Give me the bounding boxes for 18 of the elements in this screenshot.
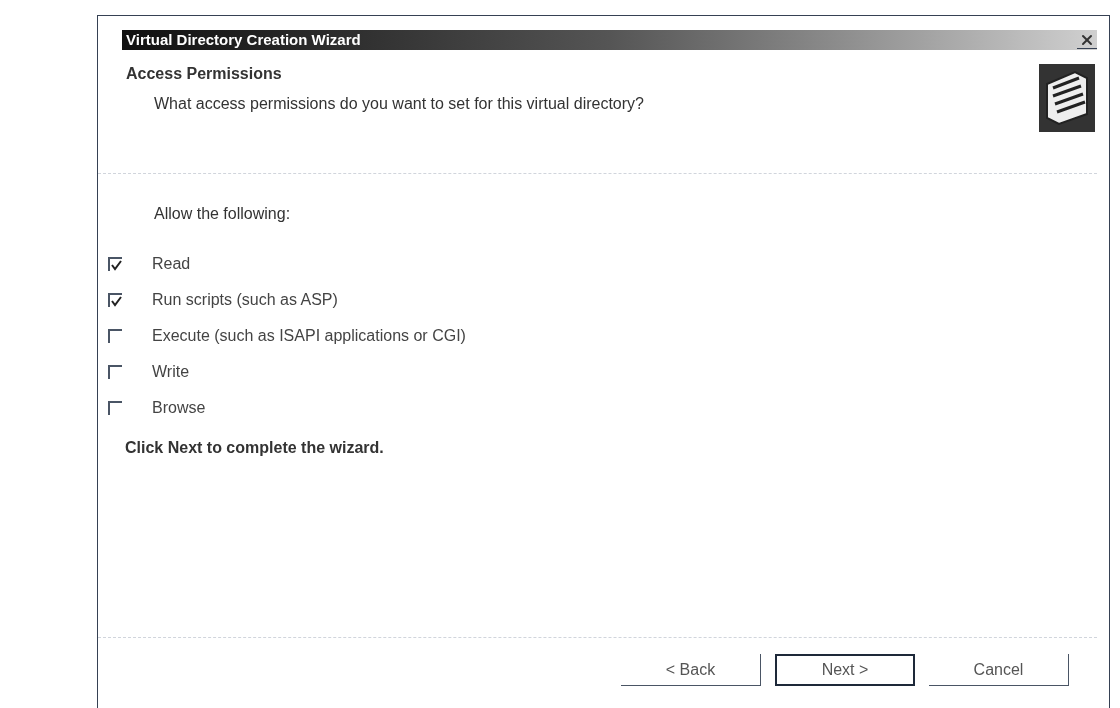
permission-checkbox[interactable] <box>108 257 122 271</box>
page-heading: Access Permissions <box>126 64 283 84</box>
wizard-button[interactable]: < Back <box>621 654 761 686</box>
permission-checkbox[interactable] <box>108 365 122 379</box>
permission-label: Write <box>152 362 190 382</box>
allow-label: Allow the following: <box>154 204 292 224</box>
permission-label: Run scripts (such as ASP) <box>152 290 338 310</box>
completion-note: Click Next to complete the wizard. <box>125 438 385 458</box>
page-subtitle: What access permissions do you want to set for this virtual directory? <box>153 94 644 114</box>
permission-checkbox[interactable] <box>108 401 122 415</box>
wizard-button[interactable]: Cancel <box>929 654 1069 686</box>
window-title: Virtual Directory Creation Wizard <box>125 29 361 50</box>
permission-checkbox[interactable] <box>108 329 122 343</box>
permission-label: Read <box>152 254 191 274</box>
permission-checkbox[interactable] <box>108 293 122 307</box>
wizard-button[interactable]: Next > <box>775 654 915 686</box>
permission-label: Browse <box>152 398 206 418</box>
permission-label: Execute (such as ISAPI applications or CGI) <box>152 326 466 346</box>
